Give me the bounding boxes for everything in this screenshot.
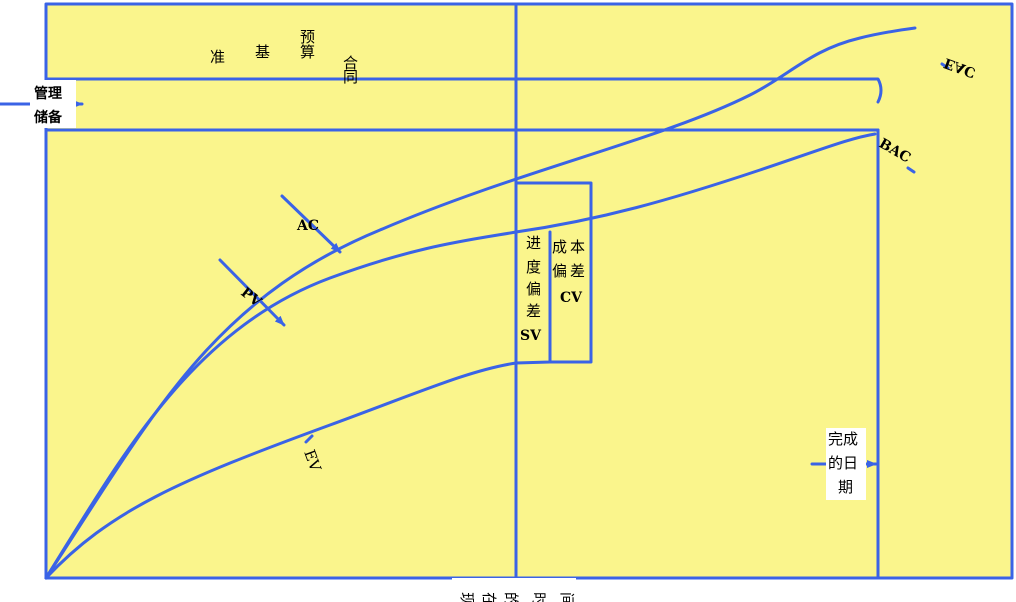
svg-text:期: 期 (838, 478, 853, 496)
svg-text:准: 准 (210, 48, 225, 66)
svg-text:基: 基 (255, 43, 270, 61)
svg-text:SV: SV (520, 328, 542, 344)
management-reserve-label-line2: 储备 (33, 109, 63, 126)
current-time-label: 现 在 的 时 间 (458, 592, 576, 602)
ac-label: AC (296, 218, 319, 234)
svg-text:完成: 完成 (828, 430, 858, 448)
svg-text:偏: 偏 (526, 280, 541, 298)
svg-text:CV: CV (560, 290, 583, 306)
svg-text:间: 间 (558, 592, 576, 602)
svg-text:度: 度 (526, 258, 541, 276)
management-reserve-label-line1: 管理 (34, 85, 62, 102)
svg-text:本: 本 (570, 238, 585, 256)
svg-text:现: 现 (458, 592, 476, 602)
svg-text:同: 同 (343, 68, 358, 86)
svg-text:的日: 的日 (828, 454, 858, 472)
svg-text:的: 的 (502, 592, 520, 602)
svg-text:偏: 偏 (552, 262, 567, 280)
earned-value-diagram: 合 同 预 算 基 准 管理 储备 AC PV EV EAC BAC 进 度 偏… (0, 2, 1014, 602)
svg-text:算: 算 (300, 43, 315, 61)
svg-text:差: 差 (526, 302, 541, 320)
svg-text:时: 时 (530, 592, 548, 602)
svg-text:进: 进 (526, 234, 541, 252)
svg-text:成: 成 (552, 238, 567, 256)
svg-text:差: 差 (570, 262, 585, 280)
svg-text:在: 在 (480, 592, 498, 602)
